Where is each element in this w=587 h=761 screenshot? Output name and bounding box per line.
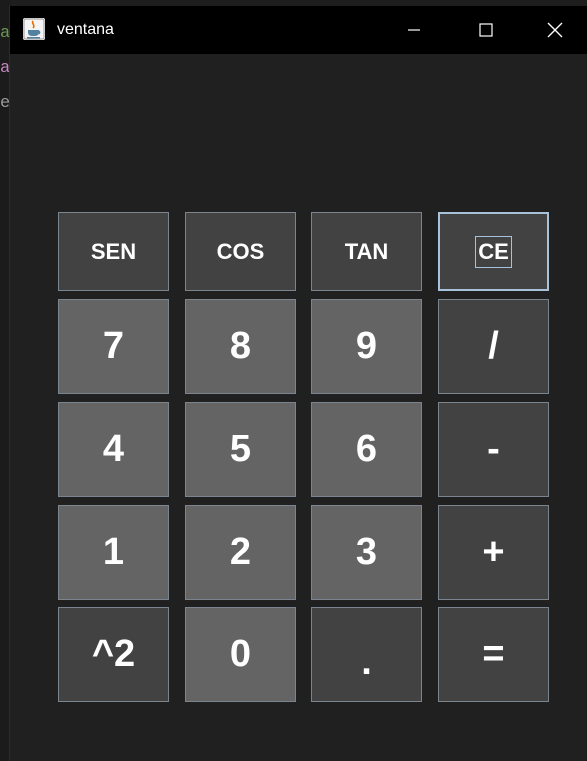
window-title: ventana: [57, 21, 114, 38]
title-bar[interactable]: ventana: [10, 6, 587, 54]
digit-0-button[interactable]: 0: [185, 607, 296, 702]
add-label: +: [482, 531, 505, 573]
editor-fragment: ar: [0, 24, 10, 43]
decimal-point-label: .: [361, 641, 372, 683]
digit-0-label: 0: [229, 633, 252, 675]
digit-9-button[interactable]: 9: [311, 299, 422, 394]
digit-3-button[interactable]: 3: [311, 505, 422, 600]
ce-button[interactable]: CE: [438, 212, 549, 291]
subtract-label: -: [487, 428, 500, 470]
divide-label: /: [488, 325, 499, 367]
digit-3-label: 3: [355, 531, 378, 573]
subtract-button[interactable]: -: [438, 402, 549, 497]
decimal-point-button[interactable]: .: [311, 607, 422, 702]
add-button[interactable]: +: [438, 505, 549, 600]
tan-label: TAN: [344, 238, 389, 264]
tan-button[interactable]: TAN: [311, 212, 422, 291]
digit-1-button[interactable]: 1: [58, 505, 169, 600]
maximize-icon: [479, 23, 493, 37]
digit-6-button[interactable]: 6: [311, 402, 422, 497]
digit-7-button[interactable]: 7: [58, 299, 169, 394]
cos-label: COS: [216, 238, 265, 264]
digit-2-button[interactable]: 2: [185, 505, 296, 600]
app-window: ventana SEN COS TAN CE 7 8 9 / 4 5 6 - 1…: [10, 6, 587, 761]
sen-button[interactable]: SEN: [58, 212, 169, 291]
equals-label: =: [482, 633, 505, 675]
digit-8-button[interactable]: 8: [185, 299, 296, 394]
digit-1-label: 1: [102, 531, 125, 573]
close-icon: [547, 22, 563, 38]
square-label: ^2: [91, 633, 136, 675]
java-cup-icon: [23, 18, 45, 40]
digit-2-label: 2: [229, 531, 252, 573]
ce-label: CE: [475, 235, 512, 268]
calculator-panel: SEN COS TAN CE 7 8 9 / 4 5 6 - 1 2 3 + ^…: [10, 54, 587, 761]
sen-label: SEN: [90, 238, 137, 264]
minimize-icon: [408, 29, 420, 31]
minimize-button[interactable]: [379, 6, 449, 54]
digit-6-label: 6: [355, 428, 378, 470]
divide-button[interactable]: /: [438, 299, 549, 394]
close-button[interactable]: [523, 6, 587, 54]
editor-fragment: a: [0, 59, 10, 78]
editor-fragment: e: [0, 94, 10, 113]
digit-8-label: 8: [229, 325, 252, 367]
equals-button[interactable]: =: [438, 607, 549, 702]
digit-5-label: 5: [229, 428, 252, 470]
digit-7-label: 7: [102, 325, 125, 367]
digit-4-label: 4: [102, 428, 125, 470]
maximize-button[interactable]: [451, 6, 521, 54]
digit-9-label: 9: [355, 325, 378, 367]
desktop: ar a e ventana: [0, 0, 587, 761]
cos-button[interactable]: COS: [185, 212, 296, 291]
digit-5-button[interactable]: 5: [185, 402, 296, 497]
background-editor: ar a e: [0, 0, 10, 761]
digit-4-button[interactable]: 4: [58, 402, 169, 497]
square-button[interactable]: ^2: [58, 607, 169, 702]
